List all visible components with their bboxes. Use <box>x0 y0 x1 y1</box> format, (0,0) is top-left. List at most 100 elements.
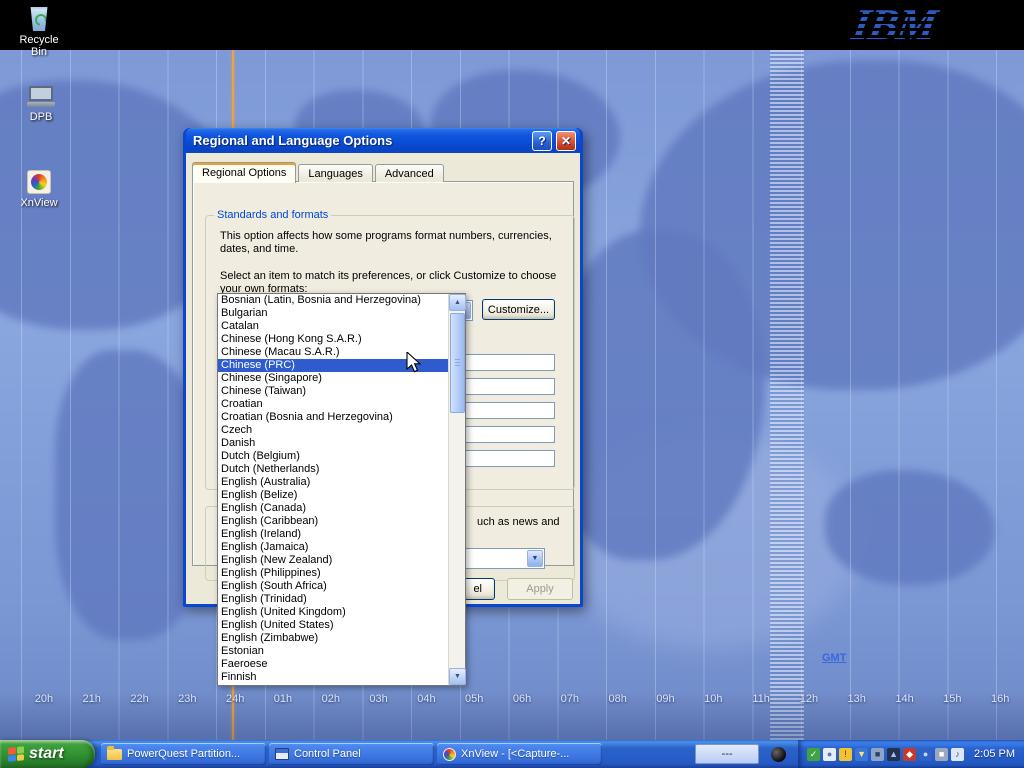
tray-icon-8[interactable]: ● <box>919 748 932 761</box>
language-option[interactable]: Catalan <box>218 320 448 333</box>
language-option[interactable]: English (Australia) <box>218 476 448 489</box>
language-option[interactable]: English (Jamaica) <box>218 541 448 554</box>
tray-icon-9[interactable]: ■ <box>935 748 948 761</box>
help-button[interactable]: ? <box>532 131 552 151</box>
timezone-label: 08h <box>594 693 642 705</box>
timezone-label: 24h <box>211 693 259 705</box>
dialog-title: Regional and Language Options <box>193 133 528 148</box>
ibm-logo: IBM <box>853 3 936 47</box>
desktop-icon-dpb[interactable]: DPB <box>15 86 67 123</box>
apply-button[interactable]: Apply <box>507 578 573 600</box>
tray-icon-4[interactable]: ▼ <box>855 748 868 761</box>
language-option[interactable]: English (United States) <box>218 619 448 632</box>
hatched-timezone-strip <box>770 50 804 740</box>
timezone-label: 22h <box>116 693 164 705</box>
language-option[interactable]: English (South Africa) <box>218 580 448 593</box>
taskbar-task-button[interactable]: XnView - [<Capture-... <box>437 743 602 765</box>
task-label: XnView - [<Capture-... <box>461 748 569 760</box>
recycle-bin-icon <box>29 5 49 31</box>
timezone-label: 04h <box>403 693 451 705</box>
language-option[interactable]: English (Belize) <box>218 489 448 502</box>
chevron-down-icon[interactable] <box>527 550 543 567</box>
taskbar: start PowerQuest Partition... Control Pan… <box>0 740 1024 768</box>
language-option[interactable]: Bosnian (Latin, Bosnia and Herzegovina) <box>218 294 448 307</box>
toolbar-icon[interactable] <box>771 747 786 762</box>
tray-icon-1[interactable]: ✓ <box>807 748 820 761</box>
timezone-label: 06h <box>498 693 546 705</box>
tray-icon-2[interactable]: ● <box>823 748 836 761</box>
language-option[interactable]: English (Canada) <box>218 502 448 515</box>
task-label: PowerQuest Partition... <box>127 748 240 760</box>
timezone-label: 09h <box>642 693 690 705</box>
tray-icons: ✓●!▼■▲◆●■♪ <box>807 748 964 761</box>
timezone-label: 13h <box>833 693 881 705</box>
language-option[interactable]: English (New Zealand) <box>218 554 448 567</box>
language-option[interactable]: Chinese (Hong Kong S.A.R.) <box>218 333 448 346</box>
icon-label: XnView <box>13 197 65 209</box>
tab-languages[interactable]: Languages <box>298 164 372 182</box>
desktop-icon-recycle-bin[interactable]: Recycle Bin <box>13 5 65 58</box>
timezone-label: 07h <box>546 693 594 705</box>
taskbar-task-button[interactable]: PowerQuest Partition... <box>101 743 266 765</box>
start-label: start <box>29 745 64 763</box>
close-button[interactable]: ✕ <box>556 131 576 151</box>
language-option[interactable]: English (Caribbean) <box>218 515 448 528</box>
customize-button[interactable]: Customize... <box>482 299 555 320</box>
language-option[interactable]: Chinese (Taiwan) <box>218 385 448 398</box>
timezone-scale: 20h21h22h23h24h01h02h03h04h05h06h07h08h0… <box>20 693 1024 705</box>
language-dropdown-list: Bosnian (Latin, Bosnia and Herzegovina)B… <box>217 293 466 686</box>
taskbar-task-button[interactable]: Control Panel <box>269 743 434 765</box>
language-option[interactable]: Dutch (Belgium) <box>218 450 448 463</box>
timezone-label: 11h <box>737 693 785 705</box>
language-option[interactable]: English (Philippines) <box>218 567 448 580</box>
timezone-label: 15h <box>928 693 976 705</box>
language-option[interactable]: English (United Kingdom) <box>218 606 448 619</box>
language-option[interactable]: Dutch (Netherlands) <box>218 463 448 476</box>
timezone-label: 14h <box>881 693 929 705</box>
desktop-toolbar[interactable]: --- <box>695 744 759 764</box>
tab-regional-options[interactable]: Regional Options <box>192 162 296 183</box>
timezone-label: 16h <box>976 693 1024 705</box>
ibm-logo-text: IBM <box>850 3 940 47</box>
timezone-label: 23h <box>163 693 211 705</box>
scrollbar-thumb[interactable] <box>450 313 465 413</box>
language-option[interactable]: Finnish <box>218 671 448 684</box>
timezone-label: 01h <box>259 693 307 705</box>
language-option[interactable]: English (Ireland) <box>218 528 448 541</box>
control-panel-icon <box>275 748 289 760</box>
dialog-titlebar[interactable]: Regional and Language Options ? ✕ <box>186 128 580 153</box>
language-option[interactable]: Bulgarian <box>218 307 448 320</box>
tab-advanced[interactable]: Advanced <box>375 164 444 182</box>
icon-label: Recycle Bin <box>13 34 65 58</box>
language-option[interactable]: Croatian <box>218 398 448 411</box>
scroll-up-button[interactable] <box>449 294 466 311</box>
language-option[interactable]: Czech <box>218 424 448 437</box>
desktop-icon-xnview[interactable]: XnView <box>13 170 65 209</box>
language-option[interactable]: English (Zimbabwe) <box>218 632 448 645</box>
gmt-label: GMT <box>822 652 846 664</box>
tray-icon-3[interactable]: ! <box>839 748 852 761</box>
language-option[interactable]: Estonian <box>218 645 448 658</box>
xnview-icon <box>27 170 51 194</box>
tray-icon-10[interactable]: ♪ <box>951 748 964 761</box>
language-option[interactable]: Croatian (Bosnia and Herzegovina) <box>218 411 448 424</box>
windows-flag-icon <box>8 746 24 761</box>
tray-icon-5[interactable]: ■ <box>871 748 884 761</box>
scroll-down-button[interactable] <box>449 668 466 685</box>
laptop-icon <box>27 86 55 108</box>
timezone-label: 03h <box>355 693 403 705</box>
task-buttons: PowerQuest Partition... Control Panel XnVi… <box>101 743 602 765</box>
standards-description: This option affects how some programs fo… <box>220 230 565 256</box>
language-option[interactable]: Faeroese <box>218 658 448 671</box>
xnview-icon <box>443 748 456 761</box>
timezone-label: 10h <box>689 693 737 705</box>
tray-icon-6[interactable]: ▲ <box>887 748 900 761</box>
timezone-label: 12h <box>785 693 833 705</box>
scrollbar[interactable] <box>448 294 465 685</box>
start-button[interactable]: start <box>0 740 95 768</box>
timezone-label: 02h <box>307 693 355 705</box>
language-option[interactable]: Danish <box>218 437 448 450</box>
tray-icon-7[interactable]: ◆ <box>903 748 916 761</box>
language-option[interactable]: English (Trinidad) <box>218 593 448 606</box>
timezone-label: 21h <box>68 693 116 705</box>
